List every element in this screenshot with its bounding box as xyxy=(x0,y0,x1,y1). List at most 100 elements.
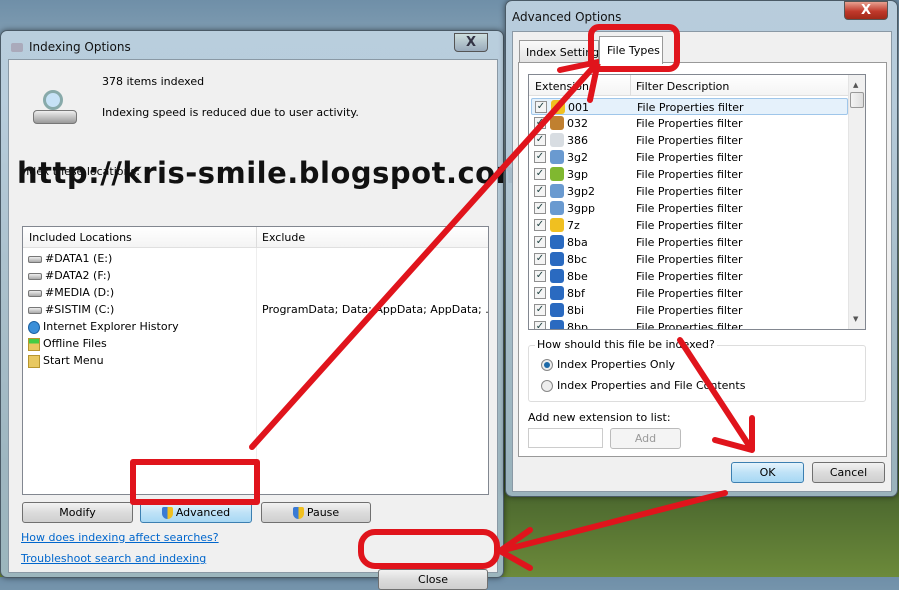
column-included-locations[interactable]: Included Locations xyxy=(29,231,132,244)
filter-description: File Properties filter xyxy=(636,134,743,147)
checkbox[interactable]: ✓ xyxy=(534,236,546,248)
extension: 3gpp xyxy=(567,202,595,215)
filter-description: File Properties filter xyxy=(636,321,743,330)
list-item[interactable]: Offline Files xyxy=(28,335,107,352)
modify-button[interactable]: Modify xyxy=(22,502,133,523)
list-item[interactable]: #DATA2 (F:) xyxy=(28,267,111,284)
close-button[interactable]: Close xyxy=(378,569,488,590)
list-item[interactable]: ✓ 3gp File Properties filter xyxy=(531,166,848,183)
scroll-down-arrow-icon[interactable]: ▼ xyxy=(853,315,858,323)
column-exclude[interactable]: Exclude xyxy=(262,231,305,244)
list-item[interactable]: Start Menu xyxy=(28,352,104,369)
drive-icon xyxy=(28,289,42,297)
indexing-options-window: Indexing Options X 378 items indexed Ind… xyxy=(0,30,504,590)
drive-icon xyxy=(28,255,42,263)
extension: 386 xyxy=(567,134,588,147)
add-button[interactable]: Add xyxy=(610,428,681,449)
radio-index-properties-and-contents[interactable] xyxy=(541,380,553,392)
radio-index-properties-only[interactable] xyxy=(541,359,553,371)
location-name: #DATA1 (E:) xyxy=(45,252,113,265)
checkbox[interactable]: ✓ xyxy=(534,321,546,329)
column-extension[interactable]: Extension xyxy=(535,80,589,93)
checkbox[interactable]: ✓ xyxy=(534,270,546,282)
list-item[interactable]: ✓ 386 File Properties filter xyxy=(531,132,848,149)
extension: 3gp2 xyxy=(567,185,595,198)
filter-description: File Properties filter xyxy=(636,202,743,215)
extension: 3gp xyxy=(567,168,588,181)
tab-file-types[interactable]: File Types xyxy=(599,36,663,64)
list-item[interactable]: ✓ 3gpp File Properties filter xyxy=(531,200,848,217)
list-item[interactable]: ✓ 001 File Properties filter xyxy=(531,98,848,115)
drive-magnifier-icon xyxy=(33,90,77,128)
status-text: Indexing speed is reduced due to user ac… xyxy=(102,106,359,119)
folder-icon xyxy=(28,354,40,368)
list-item[interactable]: ✓ 8bi File Properties filter xyxy=(531,302,848,319)
checkbox[interactable]: ✓ xyxy=(534,287,546,299)
list-item[interactable]: #MEDIA (D:) xyxy=(28,284,114,301)
locations-list[interactable]: Included Locations Exclude #DATA1 (E:) #… xyxy=(22,226,489,495)
how-indexing-affects-link[interactable]: How does indexing affect searches? xyxy=(21,531,219,544)
extension: 7z xyxy=(567,219,580,232)
scroll-up-arrow-icon[interactable]: ▲ xyxy=(853,81,858,89)
checkbox[interactable]: ✓ xyxy=(534,185,546,197)
troubleshoot-link[interactable]: Troubleshoot search and indexing xyxy=(21,552,206,565)
checkbox[interactable]: ✓ xyxy=(534,151,546,163)
file-type-icon xyxy=(550,218,564,232)
tab-index-settings[interactable]: Index Settings xyxy=(519,40,599,63)
file-type-icon xyxy=(550,320,564,329)
file-type-icon xyxy=(550,133,564,147)
list-item[interactable]: ✓ 8bf File Properties filter xyxy=(531,285,848,302)
checkbox[interactable]: ✓ xyxy=(534,117,546,129)
arrow-to-close xyxy=(497,490,728,571)
pause-button[interactable]: Pause xyxy=(261,502,371,523)
file-type-icon xyxy=(550,184,564,198)
list-item[interactable]: ✓ 032 File Properties filter xyxy=(531,115,848,132)
close-window-button[interactable]: X xyxy=(454,33,488,52)
close-window-button[interactable]: X xyxy=(844,1,888,20)
list-item[interactable]: ✓ 8bc File Properties filter xyxy=(531,251,848,268)
list-item[interactable]: Internet Explorer History xyxy=(28,318,179,335)
option-label[interactable]: Index Properties and File Contents xyxy=(557,379,745,392)
list-item[interactable]: #DATA1 (E:) xyxy=(28,250,112,267)
list-item[interactable]: ✓ 3gp2 File Properties filter xyxy=(531,183,848,200)
extension: 8bc xyxy=(567,253,588,266)
checkbox[interactable]: ✓ xyxy=(534,253,546,265)
filter-description: File Properties filter xyxy=(637,101,744,114)
file-type-icon xyxy=(551,100,565,114)
list-item[interactable]: ✓ 8be File Properties filter xyxy=(531,268,848,285)
list-header: Included Locations Exclude xyxy=(23,227,488,248)
checkbox[interactable]: ✓ xyxy=(534,134,546,146)
scrollbar[interactable]: ▲ ▼ xyxy=(848,75,865,329)
checkbox[interactable]: ✓ xyxy=(534,304,546,316)
checkbox[interactable]: ✓ xyxy=(534,219,546,231)
list-item[interactable]: ✓ 3g2 File Properties filter xyxy=(531,149,848,166)
checkbox[interactable]: ✓ xyxy=(535,101,547,113)
extension: 032 xyxy=(567,117,588,130)
file-type-icon xyxy=(550,235,564,249)
ok-button[interactable]: OK xyxy=(731,462,804,483)
tab-label: Index Settings xyxy=(526,46,599,59)
exclude-value: ProgramData; Data; AppData; AppData; ... xyxy=(262,303,489,316)
list-item[interactable]: ✓ 7z File Properties filter xyxy=(531,217,848,234)
list-item[interactable]: ✓ 8ba File Properties filter xyxy=(531,234,848,251)
file-types-list[interactable]: Extension Filter Description ✓ 001 File … xyxy=(528,74,866,330)
advanced-button[interactable]: Advanced xyxy=(140,502,252,523)
location-name: Offline Files xyxy=(43,337,107,350)
list-item[interactable]: ✓ 8bp File Properties filter xyxy=(531,319,848,330)
checkbox[interactable]: ✓ xyxy=(534,202,546,214)
window-title: Advanced Options xyxy=(512,10,622,24)
cancel-button[interactable]: Cancel xyxy=(812,462,885,483)
tab-panel: Extension Filter Description ✓ 001 File … xyxy=(518,62,887,457)
items-indexed-text: 378 items indexed xyxy=(102,75,205,88)
ie-icon xyxy=(28,320,40,334)
scrollbar-thumb[interactable] xyxy=(850,92,864,108)
option-label[interactable]: Index Properties Only xyxy=(557,358,675,371)
file-type-icon xyxy=(550,286,564,300)
add-extension-input[interactable] xyxy=(528,428,603,448)
extension: 8be xyxy=(567,270,588,283)
extension: 001 xyxy=(568,101,589,114)
column-filter-description[interactable]: Filter Description xyxy=(636,80,729,93)
list-item[interactable]: #SISTIM (C:) ProgramData; Data; AppData; … xyxy=(28,301,488,318)
location-name: #SISTIM (C:) xyxy=(45,303,115,316)
checkbox[interactable]: ✓ xyxy=(534,168,546,180)
